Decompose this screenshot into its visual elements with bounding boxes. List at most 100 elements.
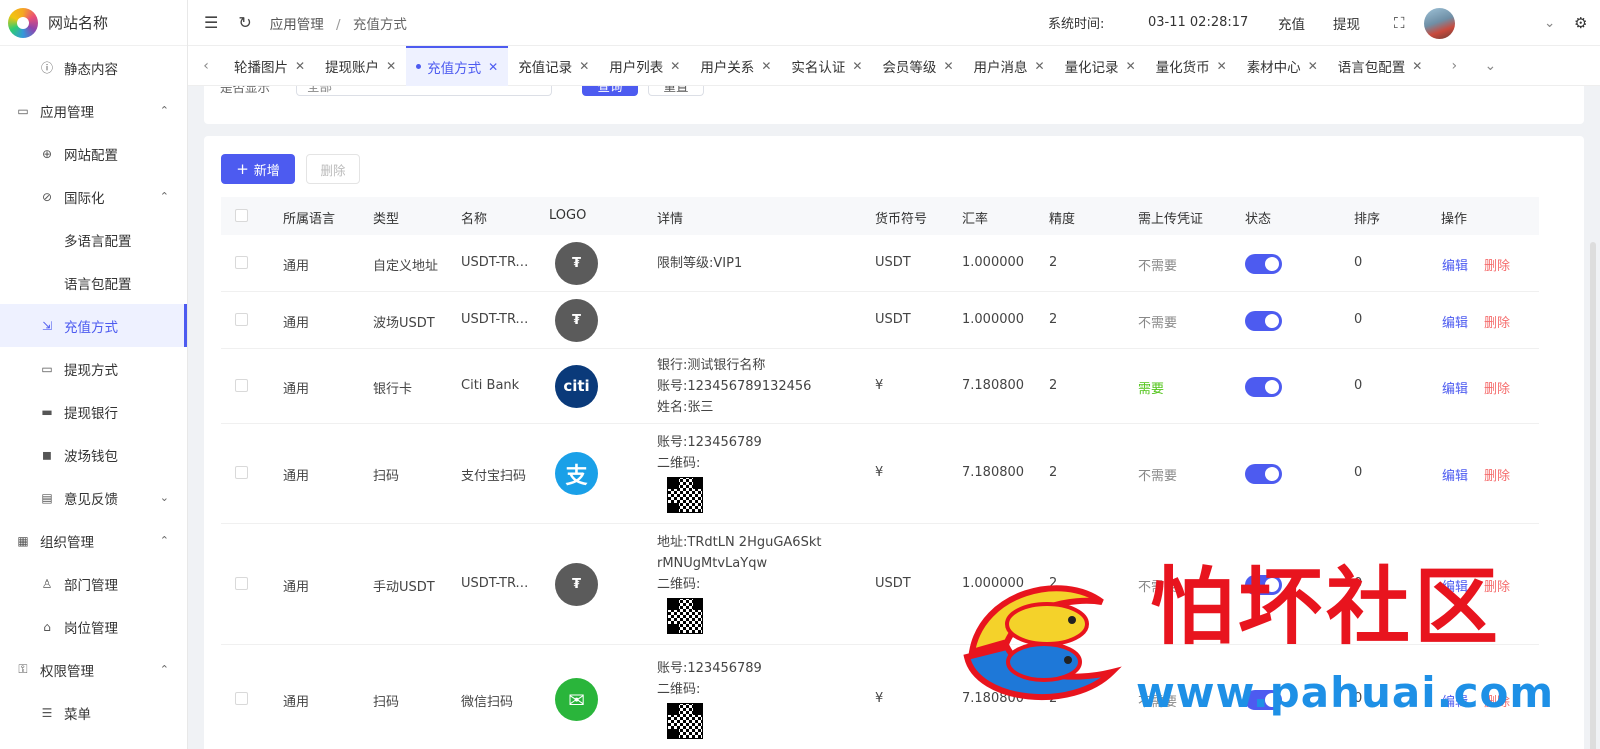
sidebar-item[interactable]: 语言包配置 <box>0 261 187 304</box>
tab[interactable]: 用户关系 ✕ <box>690 46 781 86</box>
edit-link[interactable]: 编辑 <box>1442 378 1468 397</box>
qr-code-image[interactable] <box>667 598 703 634</box>
site-logo-row[interactable]: 网站名称 <box>0 0 187 46</box>
cell-name: 支付宝扫码 <box>461 469 527 484</box>
tab[interactable]: 语言包配置 ✕ <box>1328 46 1433 86</box>
withdraw-button[interactable]: 提现 <box>1333 13 1360 33</box>
tab[interactable]: 量化货币 ✕ <box>1146 46 1237 86</box>
delete-link[interactable]: 删除 <box>1484 255 1510 274</box>
cell-detail: 账号:123456789 二维码: <box>657 432 762 513</box>
row-checkbox[interactable] <box>235 378 248 392</box>
tab[interactable]: 实名认证 ✕ <box>781 46 872 86</box>
tab-label: 素材中心 <box>1246 59 1301 76</box>
edit-link[interactable]: 编辑 <box>1442 312 1468 331</box>
tab[interactable]: 用户消息 ✕ <box>964 46 1055 86</box>
sidebar-item[interactable]: ⊘ 国际化 ⌃ <box>0 175 187 218</box>
query-button[interactable]: 查询 <box>582 86 638 96</box>
sidebar-item[interactable]: ▦ 组织管理 ⌃ <box>0 519 187 562</box>
tab[interactable]: 提现账户 ✕ <box>315 46 406 86</box>
watermark-fish-logo <box>963 585 1122 700</box>
close-icon[interactable]: ✕ <box>1126 59 1136 73</box>
cell-name: USDT-TRC20 <box>461 311 531 327</box>
batch-delete-button[interactable]: 删除 <box>306 154 360 184</box>
sidebar-item[interactable]: ▭ 提现方式 <box>0 347 187 390</box>
sidebar-item[interactable]: ⇲ 充值方式 <box>0 304 187 347</box>
status-toggle[interactable] <box>1245 253 1282 274</box>
sidebar-item[interactable]: ⌂ 岗位管理 <box>0 605 187 648</box>
site-name: 网站名称 <box>48 14 109 32</box>
cell-detail: 账号:123456789 二维码: <box>657 658 762 739</box>
tab[interactable]: 量化记录 ✕ <box>1055 46 1146 86</box>
breadcrumb-item[interactable]: 应用管理 <box>270 17 324 33</box>
tab[interactable]: 用户列表 ✕ <box>599 46 690 86</box>
close-icon[interactable]: ✕ <box>761 59 771 73</box>
delete-link[interactable]: 删除 <box>1484 465 1510 484</box>
delete-link[interactable]: 删除 <box>1484 312 1510 331</box>
chevron-down-icon[interactable]: ⌄ <box>1544 15 1555 31</box>
sidebar-item[interactable]: ◼ 波场钱包 <box>0 433 187 476</box>
tab[interactable]: 素材中心 ✕ <box>1237 46 1328 86</box>
add-button[interactable]: + 新增 <box>221 154 295 184</box>
qr-code-image[interactable] <box>667 477 703 513</box>
close-icon[interactable]: ✕ <box>579 59 589 73</box>
sidebar-item[interactable]: ▬ 提现银行 <box>0 390 187 433</box>
tab-scroll-left-icon[interactable]: ‹ <box>188 58 224 74</box>
fullscreen-icon[interactable]: ⛶ <box>1394 14 1405 32</box>
tab-menu-chevron-icon[interactable]: ⌄ <box>1472 58 1508 74</box>
display-select[interactable]: 全部 ∨ <box>296 86 552 96</box>
close-icon[interactable]: ✕ <box>1308 59 1318 73</box>
row-checkbox[interactable] <box>235 255 248 269</box>
scrollbar[interactable] <box>1590 242 1596 749</box>
column-header: LOGO <box>549 208 587 223</box>
reset-button[interactable]: 重置 <box>648 86 704 96</box>
close-icon[interactable]: ✕ <box>852 59 862 73</box>
avatar[interactable] <box>1424 8 1455 39</box>
close-icon[interactable]: ✕ <box>295 59 305 73</box>
row-checkbox[interactable] <box>235 466 248 479</box>
delete-link[interactable]: 删除 <box>1484 378 1510 397</box>
recharge-button[interactable]: 充值 <box>1278 13 1305 33</box>
sidebar-item[interactable]: ♙ 部门管理 <box>0 562 187 605</box>
refresh-icon[interactable]: ↻ <box>238 13 251 32</box>
sidebar-item[interactable]: ▭ 应用管理 ⌃ <box>0 89 187 132</box>
menu-toggle-icon[interactable]: ☰ <box>204 13 218 32</box>
close-icon[interactable]: ✕ <box>1217 59 1227 73</box>
status-toggle[interactable] <box>1245 464 1282 484</box>
tab[interactable]: 充值记录 ✕ <box>508 46 599 86</box>
close-icon[interactable]: ✕ <box>1412 59 1422 73</box>
org-icon: ▦ <box>17 533 29 548</box>
edit-link[interactable]: 编辑 <box>1442 255 1468 274</box>
row-checkbox[interactable] <box>235 692 248 705</box>
tab[interactable]: 轮播图片 ✕ <box>224 46 315 86</box>
row-checkbox[interactable] <box>235 576 248 590</box>
edit-link[interactable]: 编辑 <box>1442 465 1468 484</box>
close-icon[interactable]: ✕ <box>670 59 680 73</box>
cell-name: USDT-TRC20 <box>461 254 531 270</box>
cell-language: 通用 <box>283 381 310 397</box>
status-toggle[interactable] <box>1245 310 1282 331</box>
sidebar-item[interactable]: ▤ 意见反馈 ⌄ <box>0 476 187 519</box>
tab[interactable]: 充值方式 ✕ <box>406 45 509 86</box>
qr-code-image[interactable] <box>667 703 703 739</box>
tab[interactable]: 会员等级 ✕ <box>872 46 963 86</box>
status-toggle[interactable] <box>1245 376 1282 397</box>
close-icon[interactable]: ✕ <box>386 59 396 73</box>
sidebar-item[interactable]: 多语言配置 <box>0 218 187 261</box>
detail-line: 二维码: <box>657 456 701 471</box>
sidebar-item[interactable]: ⊕ 网站配置 <box>0 132 187 175</box>
chevron-down-icon: ⌄ <box>159 491 169 504</box>
tab-scroll-right-icon[interactable]: › <box>1436 58 1472 74</box>
gear-icon[interactable]: ⚙ <box>1574 14 1587 32</box>
cell-upload-required: 不需要 <box>1138 315 1178 331</box>
sidebar-item[interactable]: ⓘ 静态内容 <box>0 46 187 89</box>
sidebar-item[interactable]: ☰ 菜单 <box>0 691 187 734</box>
column-header: 名称 <box>461 212 488 227</box>
close-icon[interactable]: ✕ <box>1035 59 1045 73</box>
close-icon[interactable]: ✕ <box>943 59 953 73</box>
close-icon[interactable]: ✕ <box>488 60 498 74</box>
select-all-checkbox[interactable] <box>235 209 248 222</box>
sidebar-item-label: 部门管理 <box>64 577 118 594</box>
row-checkbox[interactable] <box>235 312 248 326</box>
sidebar-item[interactable]: ⚿ 权限管理 ⌃ <box>0 648 187 691</box>
sidebar-item-label: 网站配置 <box>64 147 118 164</box>
